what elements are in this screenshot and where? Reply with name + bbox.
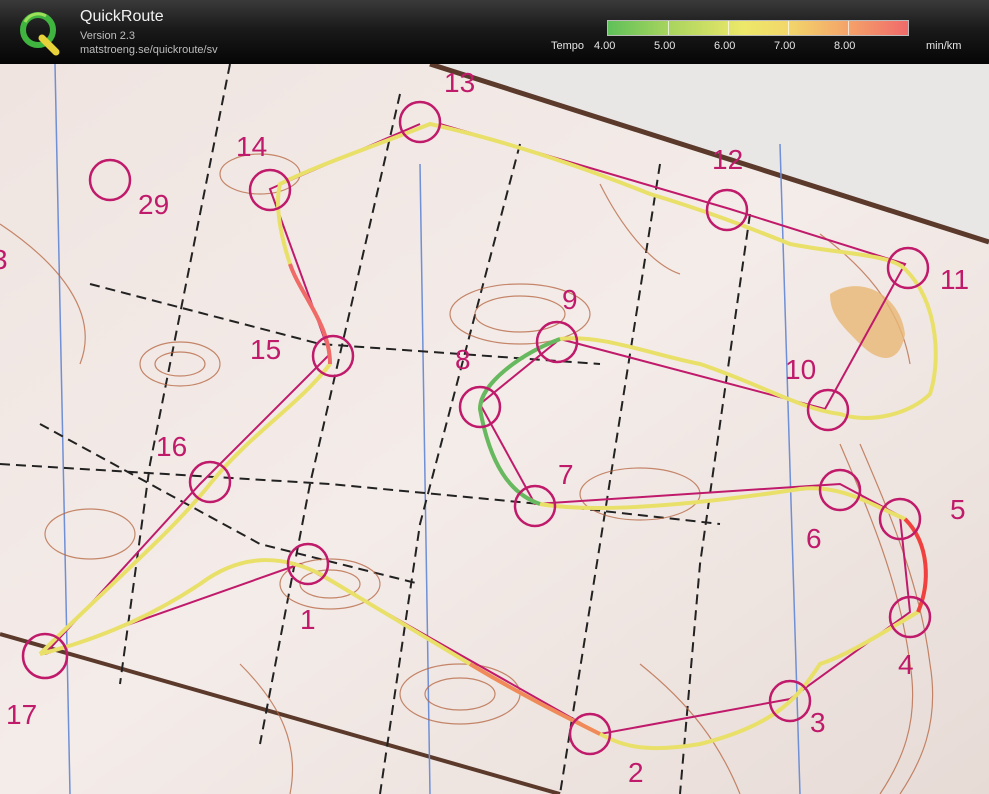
control-number-9: 9 <box>562 284 578 315</box>
legend-tick-3: 6.00 <box>714 40 736 52</box>
control-number-3-edge: 3 <box>0 244 8 275</box>
control-number-11: 11 <box>940 264 969 295</box>
control-number-8: 8 <box>455 344 471 375</box>
legend-tick-4: 7.00 <box>774 40 796 52</box>
orienteering-map[interactable]: 1 2 3 4 5 6 7 8 9 10 11 12 13 14 15 16 1… <box>0 64 989 794</box>
control-number-12: 12 <box>712 144 743 175</box>
control-number-3: 3 <box>810 707 826 738</box>
control-number-6: 6 <box>806 523 822 554</box>
control-number-16: 16 <box>156 431 187 462</box>
control-number-13: 13 <box>444 67 475 98</box>
app-title: QuickRoute <box>80 8 164 25</box>
legend-tick-2: 5.00 <box>654 40 676 52</box>
control-number-5: 5 <box>950 494 966 525</box>
app-header: QuickRoute Version 2.3 matstroeng.se/qui… <box>0 0 989 64</box>
control-number-2: 2 <box>628 757 644 788</box>
legend-tick-1: 4.00 <box>594 40 616 52</box>
legend-tick-5: 8.00 <box>834 40 856 52</box>
control-number-17: 17 <box>6 699 37 730</box>
legend-unit: min/km <box>926 40 962 52</box>
app-version: Version 2.3 <box>80 30 136 42</box>
control-number-29: 29 <box>138 189 169 220</box>
legend-prefix: Tempo <box>551 40 585 52</box>
control-number-1: 1 <box>300 604 316 635</box>
control-number-14: 14 <box>236 131 267 162</box>
control-number-10: 10 <box>785 354 816 385</box>
control-number-7: 7 <box>558 459 574 490</box>
control-number-15: 15 <box>250 334 281 365</box>
app-url[interactable]: matstroeng.se/quickroute/sv <box>80 44 218 56</box>
pace-legend-bar <box>607 20 909 36</box>
quickroute-logo-icon <box>20 12 60 56</box>
control-number-4: 4 <box>898 649 914 680</box>
